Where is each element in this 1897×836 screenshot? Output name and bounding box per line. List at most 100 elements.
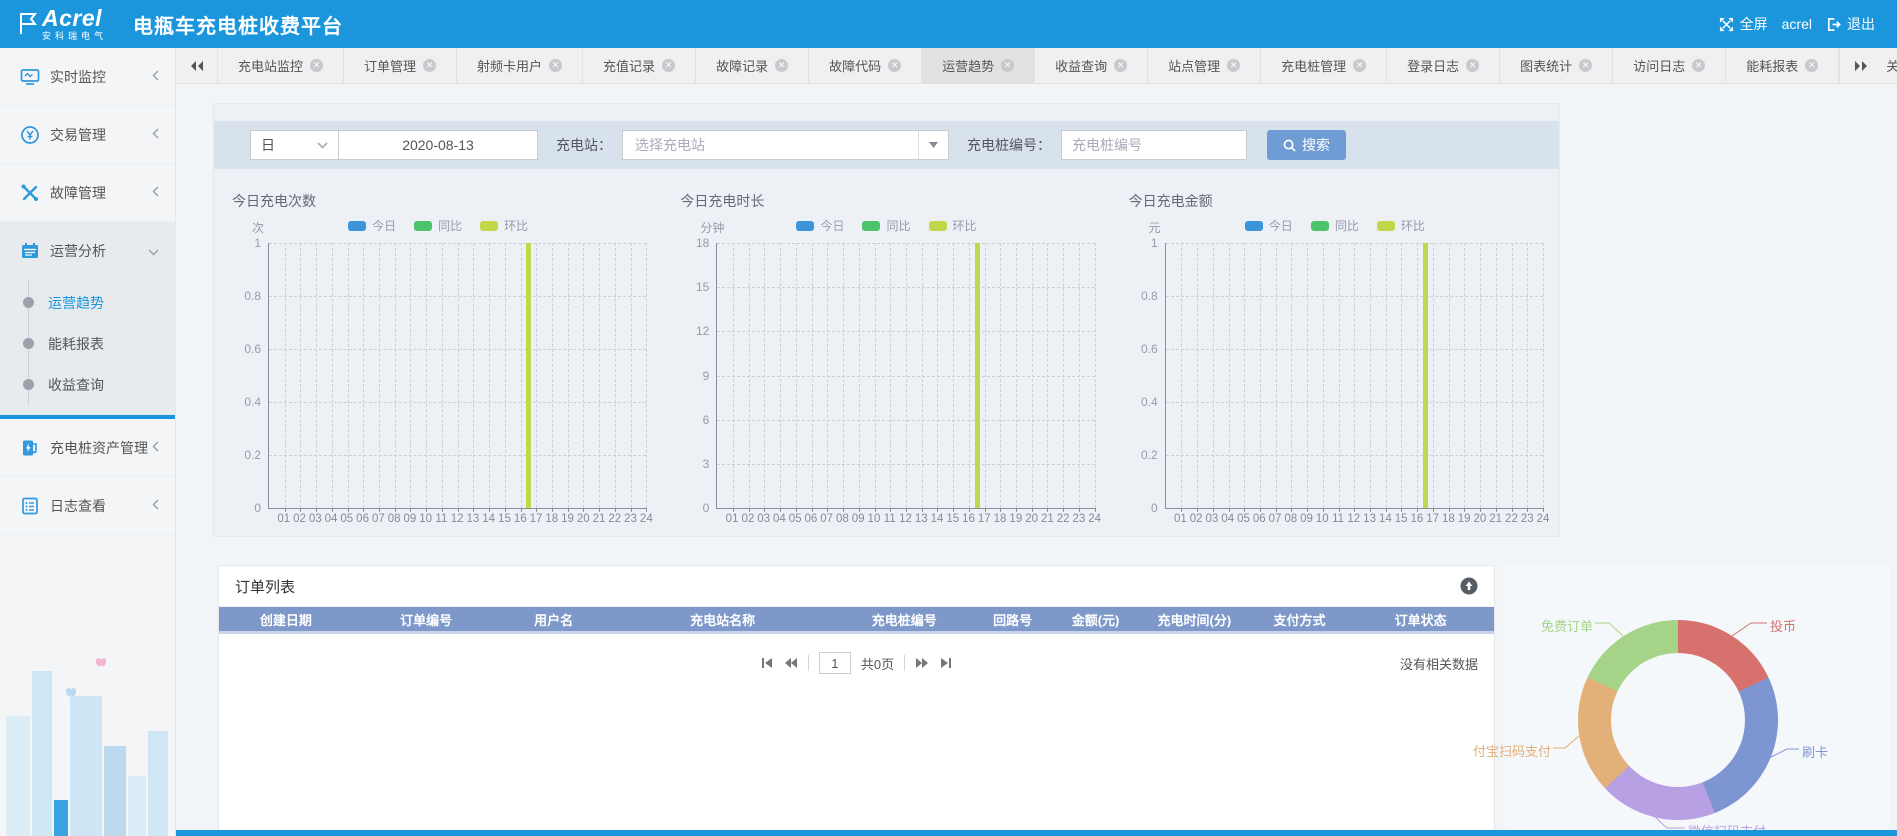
- first-page-button[interactable]: [760, 657, 774, 669]
- legend-item-今日[interactable]: 今日: [796, 217, 844, 234]
- legend-item-同比[interactable]: 同比: [862, 217, 910, 234]
- tab-故障代码[interactable]: 故障代码✕: [809, 48, 922, 83]
- sidebar-item-交易管理[interactable]: 交易管理: [0, 106, 175, 164]
- chevron-left-icon: [152, 185, 159, 200]
- bar-chart-今日充电次数: 今日充电次数次今日同比环比10.80.60.40.200102030405060…: [214, 181, 662, 528]
- close-actions-menu[interactable]: 关闭操作: [1886, 56, 1897, 75]
- tab-订单管理[interactable]: 订单管理✕: [344, 48, 457, 83]
- y-tick-label: 0.8: [244, 289, 261, 303]
- tab-能耗报表[interactable]: 能耗报表✕: [1726, 48, 1839, 83]
- tab-scroll-left-button[interactable]: [176, 48, 218, 83]
- tab-close-icon[interactable]: ✕: [1001, 59, 1014, 72]
- tab-射频卡用户[interactable]: 射频卡用户✕: [457, 48, 583, 83]
- x-axis-labels: 0102030405060708091011121314151617181920…: [268, 513, 646, 528]
- y-axis-unit-label: 分钟: [700, 219, 724, 236]
- legend-item-环比[interactable]: 环比: [1377, 217, 1425, 234]
- page-number-input[interactable]: [819, 652, 851, 674]
- x-tick-label: 24: [640, 513, 653, 525]
- station-placeholder: 选择充电站: [635, 135, 705, 155]
- logout-label: 退出: [1847, 14, 1875, 34]
- x-tick-label: 08: [388, 513, 401, 525]
- column-header-回路号: 回路号: [971, 610, 1054, 629]
- tab-close-icon[interactable]: ✕: [1692, 59, 1705, 72]
- sidebar-item-充电桩资产管理[interactable]: 充电桩资产管理: [0, 419, 175, 477]
- y-axis-unit-label: 次: [252, 219, 264, 236]
- legend-item-环比[interactable]: 环比: [480, 217, 528, 234]
- tab-图表统计[interactable]: 图表统计✕: [1500, 48, 1613, 83]
- tab-close-icon[interactable]: ✕: [775, 59, 788, 72]
- tab-scroll-right-button[interactable]: [1854, 60, 1868, 72]
- legend-item-同比[interactable]: 同比: [1311, 217, 1359, 234]
- sidebar-item-label: 实时监控: [50, 67, 106, 87]
- pile-number-input[interactable]: [1061, 130, 1247, 160]
- sidebar-item-故障管理[interactable]: 故障管理: [0, 164, 175, 222]
- logo-text: Acrel: [42, 7, 107, 30]
- sidebar-item-运营分析[interactable]: 运营分析: [0, 222, 175, 280]
- x-tick-label: 17: [1426, 513, 1439, 525]
- legend-item-今日[interactable]: 今日: [348, 217, 396, 234]
- period-select[interactable]: 日: [250, 130, 338, 160]
- tab-充值记录[interactable]: 充值记录✕: [583, 48, 696, 83]
- tab-close-icon[interactable]: ✕: [549, 59, 562, 72]
- tab-访问日志[interactable]: 访问日志✕: [1613, 48, 1726, 83]
- tab-登录日志[interactable]: 登录日志✕: [1387, 48, 1500, 83]
- chevron-down-icon: [148, 244, 159, 259]
- legend-label: 今日: [1269, 217, 1293, 234]
- legend-item-同比[interactable]: 同比: [414, 217, 462, 234]
- legend-label: 同比: [1335, 217, 1359, 234]
- sidebar-subitem-能耗报表[interactable]: 能耗报表: [0, 323, 175, 364]
- tab-close-icon[interactable]: ✕: [310, 59, 323, 72]
- order-list-panel: 订单列表 创建日期订单编号用户名充电站名称充电桩编号回路号金额(元)充电时间(分…: [218, 565, 1495, 836]
- tab-close-icon[interactable]: ✕: [1227, 59, 1240, 72]
- x-tick-label: 14: [931, 513, 944, 525]
- tab-充电桩管理[interactable]: 充电桩管理✕: [1261, 48, 1387, 83]
- next-page-button[interactable]: [915, 657, 929, 669]
- x-tick-label: 19: [1009, 513, 1022, 525]
- x-tick-label: 24: [1088, 513, 1101, 525]
- order-table-header: 创建日期订单编号用户名充电站名称充电桩编号回路号金额(元)充电时间(分)支付方式…: [219, 607, 1494, 634]
- fullscreen-button[interactable]: 全屏: [1719, 14, 1768, 34]
- panel-collapse-button[interactable]: [1460, 577, 1478, 595]
- tab-close-icon[interactable]: ✕: [662, 59, 675, 72]
- x-tick-label: 18: [994, 513, 1007, 525]
- logout-button[interactable]: 退出: [1826, 14, 1875, 34]
- tab-运营趋势[interactable]: 运营趋势✕: [922, 48, 1035, 83]
- chart-plot-area: 10.80.60.40.20: [268, 243, 646, 509]
- search-button[interactable]: 搜索: [1267, 130, 1346, 160]
- tab-站点管理[interactable]: 站点管理✕: [1148, 48, 1261, 83]
- prev-page-button[interactable]: [784, 657, 798, 669]
- tab-close-icon[interactable]: ✕: [888, 59, 901, 72]
- tab-label: 故障记录: [716, 56, 768, 75]
- sidebar-item-日志查看[interactable]: 日志查看: [0, 477, 175, 535]
- tab-close-icon[interactable]: ✕: [1353, 59, 1366, 72]
- x-tick-label: 15: [946, 513, 959, 525]
- y-axis-unit-label: 元: [1149, 219, 1161, 236]
- last-page-button[interactable]: [939, 657, 953, 669]
- legend-item-环比[interactable]: 环比: [929, 217, 977, 234]
- y-tick-label: 0.4: [1141, 395, 1158, 409]
- tab-close-icon[interactable]: ✕: [1579, 59, 1592, 72]
- first-page-icon: [760, 657, 774, 669]
- x-axis-labels: 0102030405060708091011121314151617181920…: [716, 513, 1094, 528]
- sidebar-subitem-运营趋势[interactable]: 运营趋势: [0, 282, 175, 323]
- tab-close-icon[interactable]: ✕: [1114, 59, 1127, 72]
- legend-label: 今日: [372, 217, 396, 234]
- sidebar-subitem-收益查询[interactable]: 收益查询: [0, 364, 175, 405]
- current-user[interactable]: acrel: [1782, 16, 1812, 32]
- x-tick-label: 12: [451, 513, 464, 525]
- station-select[interactable]: 选择充电站: [622, 130, 949, 160]
- x-axis-labels: 0102030405060708091011121314151617181920…: [1165, 513, 1543, 528]
- tab-充电站监控[interactable]: 充电站监控✕: [218, 48, 344, 83]
- tab-故障记录[interactable]: 故障记录 ✕: [696, 48, 809, 83]
- sidebar-item-实时监控[interactable]: 实时监控: [0, 48, 175, 106]
- tab-收益查询[interactable]: 收益查询✕: [1035, 48, 1148, 83]
- chart-legend: 今日 同比 环比: [220, 215, 656, 234]
- legend-item-今日[interactable]: 今日: [1245, 217, 1293, 234]
- tab-close-icon[interactable]: ✕: [1466, 59, 1479, 72]
- tab-close-icon[interactable]: ✕: [423, 59, 436, 72]
- tree-dot-icon: [23, 379, 34, 390]
- date-input[interactable]: [338, 130, 538, 160]
- legend-label: 同比: [886, 217, 910, 234]
- tab-close-icon[interactable]: ✕: [1805, 59, 1818, 72]
- chevron-left-icon: [152, 440, 159, 455]
